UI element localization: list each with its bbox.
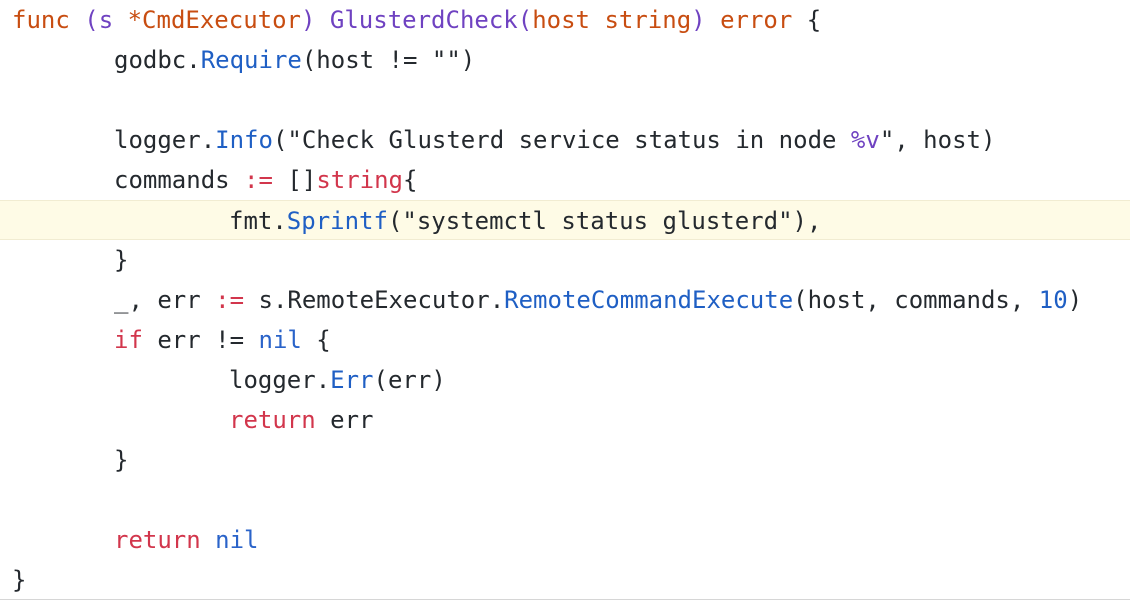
code-line[interactable]: commands := []string{ xyxy=(0,160,1130,200)
code-token: godbc. xyxy=(114,46,201,74)
code-line-text: commands := []string{ xyxy=(114,160,417,200)
code-editor[interactable]: func (s *CmdExecutor) GlusterdCheck(host… xyxy=(0,0,1130,606)
code-token: { xyxy=(301,326,331,354)
code-token: } xyxy=(114,446,129,474)
code-line[interactable]: } xyxy=(0,240,1130,280)
code-token: err != xyxy=(142,326,259,354)
code-token: } xyxy=(12,566,27,594)
code-line-text: } xyxy=(114,240,128,280)
code-token: *CmdExecutor xyxy=(127,6,301,34)
code-line[interactable]: return nil xyxy=(0,520,1130,560)
code-line-text: godbc.Require(host != "") xyxy=(114,40,475,80)
code-token: fmt. xyxy=(229,207,287,235)
code-line-text: func (s *CmdExecutor) GlusterdCheck(host… xyxy=(12,0,821,40)
code-token: (host, commands, xyxy=(793,286,1039,314)
code-token: logger. xyxy=(114,126,216,154)
code-line[interactable]: return err xyxy=(0,400,1130,440)
code-token: nil xyxy=(258,326,302,354)
code-token: [] xyxy=(272,166,317,194)
code-token: if xyxy=(114,326,143,354)
code-token: string xyxy=(316,166,404,194)
code-token: func xyxy=(12,6,85,34)
code-line[interactable] xyxy=(0,480,1130,520)
code-token: := xyxy=(244,166,273,194)
code-line[interactable]: logger.Info("Check Glusterd service stat… xyxy=(0,120,1130,160)
code-token: s.RemoteExecutor. xyxy=(244,286,505,314)
code-line[interactable] xyxy=(0,80,1130,120)
code-token: Sprintf xyxy=(286,207,388,235)
code-token: _, err xyxy=(114,286,216,314)
code-token: nil xyxy=(215,526,259,554)
code-token: := xyxy=(215,286,245,314)
code-token: (host != "") xyxy=(301,46,476,74)
code-line[interactable]: logger.Err(err) xyxy=(0,360,1130,400)
code-line-text: return nil xyxy=(114,520,259,560)
code-line-text: fmt.Sprintf("systemctl status glusterd")… xyxy=(229,201,821,241)
code-line-text: } xyxy=(12,560,26,600)
code-token: } xyxy=(114,246,129,274)
code-token: GlusterdCheck xyxy=(329,6,518,34)
code-token: ", host) xyxy=(879,126,996,154)
code-line-text: } xyxy=(114,440,128,480)
code-area[interactable]: func (s *CmdExecutor) GlusterdCheck(host… xyxy=(0,0,1130,600)
code-token: err xyxy=(315,406,374,434)
code-line[interactable]: godbc.Require(host != "") xyxy=(0,40,1130,80)
code-line[interactable]: } xyxy=(0,440,1130,480)
code-token: { xyxy=(792,6,822,34)
code-line-text: logger.Info("Check Glusterd service stat… xyxy=(114,120,995,160)
code-line-text: logger.Err(err) xyxy=(229,360,446,400)
code-token: logger. xyxy=(229,366,331,394)
code-line-text: _, err := s.RemoteExecutor.RemoteCommand… xyxy=(114,280,1082,320)
code-token: ) xyxy=(1067,286,1083,314)
code-line-text: if err != nil { xyxy=(114,320,331,360)
code-line[interactable]: func (s *CmdExecutor) GlusterdCheck(host… xyxy=(0,0,1130,40)
code-token: ("systemctl status glusterd"), xyxy=(387,207,822,235)
code-token: ) xyxy=(691,6,721,34)
code-token: (s xyxy=(84,6,128,34)
code-token: RemoteCommandExecute xyxy=(504,286,794,314)
code-line[interactable]: _, err := s.RemoteExecutor.RemoteCommand… xyxy=(0,280,1130,320)
code-token: host string xyxy=(532,6,692,34)
code-token: Require xyxy=(200,46,302,74)
code-token: (err) xyxy=(373,366,446,394)
code-line[interactable]: fmt.Sprintf("systemctl status glusterd")… xyxy=(0,200,1130,240)
code-token: ("Check Glusterd service status in node xyxy=(272,126,851,154)
code-token: ( xyxy=(517,6,533,34)
code-token: Err xyxy=(330,366,374,394)
code-token: return xyxy=(229,406,316,434)
code-token: error xyxy=(720,6,793,34)
code-line[interactable]: if err != nil { xyxy=(0,320,1130,360)
code-token: { xyxy=(403,166,418,194)
code-token: %v xyxy=(850,126,880,154)
editor-bottom-divider xyxy=(0,599,1130,600)
code-token: 10 xyxy=(1038,286,1068,314)
code-token: return xyxy=(114,526,201,554)
code-token: commands xyxy=(114,166,245,194)
code-token: ) xyxy=(301,6,330,34)
code-line[interactable]: } xyxy=(0,560,1130,600)
code-token: Info xyxy=(215,126,273,154)
code-line-text: return err xyxy=(229,400,374,440)
